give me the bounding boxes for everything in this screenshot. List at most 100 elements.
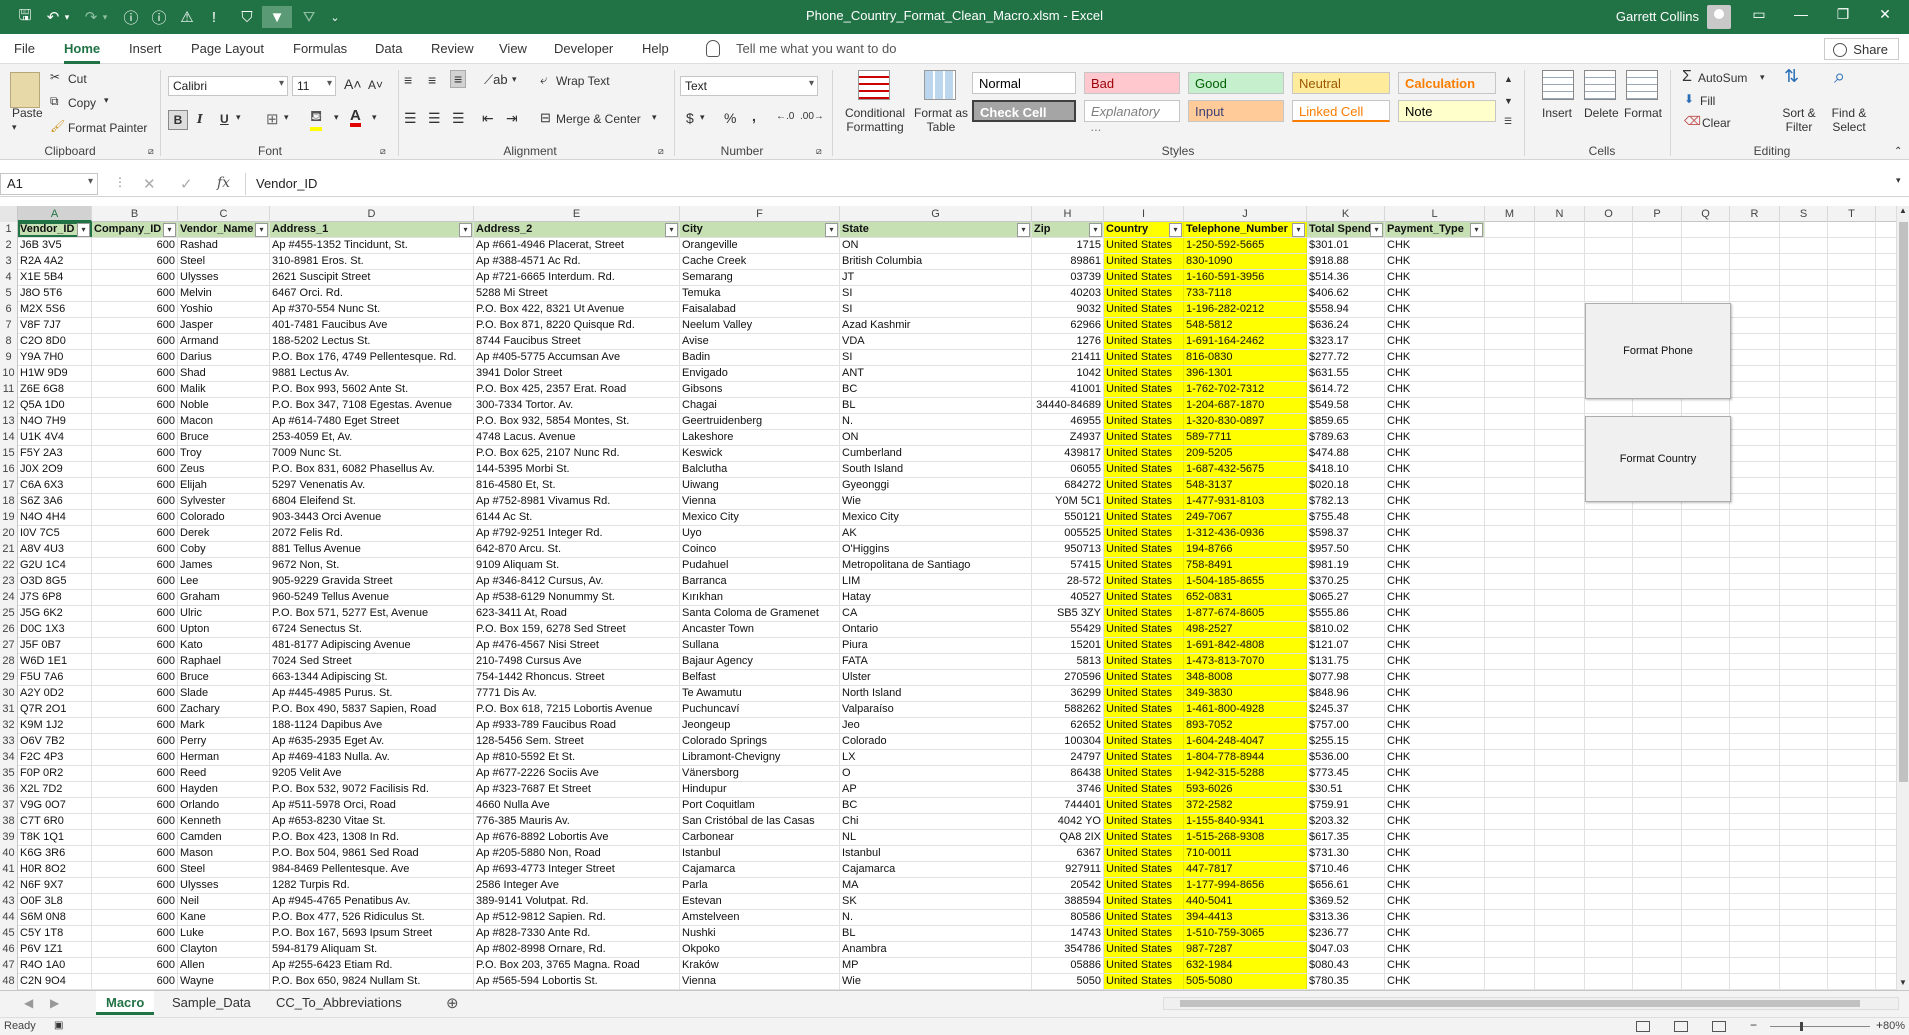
column-header-a[interactable]: A [18, 206, 92, 222]
row-header[interactable]: 18 [0, 494, 18, 510]
table-cell[interactable]: Neelum Valley [680, 318, 840, 333]
table-cell[interactable] [1780, 286, 1828, 301]
table-cell[interactable] [1485, 686, 1535, 701]
table-cell[interactable]: 188-1124 Dapibus Ave [270, 718, 474, 733]
table-cell[interactable] [1535, 318, 1585, 333]
table-cell[interactable]: 600 [92, 334, 178, 349]
table-cell[interactable]: Orlando [178, 798, 270, 813]
table-cell[interactable]: 1-762-702-7312 [1184, 382, 1307, 397]
header-cell[interactable]: State [840, 222, 1032, 237]
table-cell[interactable] [1730, 510, 1780, 525]
table-cell[interactable]: United States [1104, 734, 1184, 749]
table-cell[interactable]: P.O. Box 625, 2107 Nunc Rd. [474, 446, 680, 461]
sort-filter-button[interactable]: Sort & Filter [1774, 106, 1824, 134]
table-cell[interactable] [1828, 542, 1876, 557]
table-cell[interactable]: 710-0011 [1184, 846, 1307, 861]
table-cell[interactable] [1585, 830, 1633, 845]
table-cell[interactable] [1485, 414, 1535, 429]
table-cell[interactable]: Y0M 5C1 [1032, 494, 1104, 509]
table-cell[interactable] [1730, 718, 1780, 733]
table-cell[interactable] [1485, 622, 1535, 637]
table-cell[interactable]: United States [1104, 270, 1184, 285]
paste-button[interactable]: Paste [12, 106, 43, 120]
table-cell[interactable]: P.O. Box 422, 8321 Ut Avenue [474, 302, 680, 317]
table-cell[interactable]: 652-0831 [1184, 590, 1307, 605]
table-cell[interactable] [1828, 302, 1876, 317]
table-cell[interactable] [1633, 622, 1682, 637]
table-cell[interactable] [1585, 254, 1633, 269]
table-cell[interactable]: 9205 Velit Ave [270, 766, 474, 781]
row-header[interactable]: 11 [0, 382, 18, 398]
table-cell[interactable]: V9G 0O7 [18, 798, 92, 813]
table-cell[interactable]: Ap #205-5880 Non, Road [474, 846, 680, 861]
table-cell[interactable] [1535, 302, 1585, 317]
table-cell[interactable] [1730, 910, 1780, 925]
table-cell[interactable]: Puchuncaví [680, 702, 840, 717]
worksheet-grid[interactable]: ABCDEFGHIJKLMNOPQRST 1Vendor_IDCompany_I… [0, 206, 1896, 990]
table-cell[interactable] [1585, 510, 1633, 525]
table-cell[interactable] [1535, 974, 1585, 989]
table-cell[interactable] [1780, 590, 1828, 605]
cell-style-neutral[interactable]: Neutral [1292, 72, 1390, 94]
table-cell[interactable]: 600 [92, 734, 178, 749]
table-cell[interactable] [1585, 574, 1633, 589]
table-cell[interactable] [1535, 926, 1585, 941]
table-cell[interactable]: J0X 2O9 [18, 462, 92, 477]
table-cell[interactable] [1682, 702, 1730, 717]
table-cell[interactable]: Wayne [178, 974, 270, 989]
table-cell[interactable]: O [840, 766, 1032, 781]
table-cell[interactable]: $514.36 [1307, 270, 1385, 285]
table-cell[interactable]: Y9A 7H0 [18, 350, 92, 365]
table-cell[interactable]: Bajaur Agency [680, 654, 840, 669]
table-cell[interactable]: Azad Kashmir [840, 318, 1032, 333]
header-cell[interactable]: Total Spend [1307, 222, 1385, 237]
table-cell[interactable]: 41001 [1032, 382, 1104, 397]
table-cell[interactable]: CHK [1385, 494, 1485, 509]
table-cell[interactable] [1682, 590, 1730, 605]
table-cell[interactable]: 40203 [1032, 286, 1104, 301]
copy-button[interactable]: Copy [68, 96, 96, 110]
table-cell[interactable]: United States [1104, 814, 1184, 829]
table-cell[interactable]: I0V 7C5 [18, 526, 92, 541]
table-cell[interactable]: United States [1104, 238, 1184, 253]
table-cell[interactable]: VDA [840, 334, 1032, 349]
new-sheet-icon[interactable]: ⊕ [446, 994, 459, 1012]
fill-icon[interactable]: ⬇ [1684, 92, 1694, 106]
table-cell[interactable]: 3746 [1032, 782, 1104, 797]
table-cell[interactable]: 9672 Non, St. [270, 558, 474, 573]
table-cell[interactable]: United States [1104, 574, 1184, 589]
table-cell[interactable]: 34440-84689 [1032, 398, 1104, 413]
macro-recording-icon[interactable]: ▣ [54, 1020, 63, 1031]
row-header[interactable]: 34 [0, 750, 18, 766]
table-cell[interactable]: N. [840, 910, 1032, 925]
cell-style-note[interactable]: Note [1398, 100, 1496, 122]
table-cell[interactable] [1535, 558, 1585, 573]
table-cell[interactable] [1633, 734, 1682, 749]
table-cell[interactable]: 1-804-778-8944 [1184, 750, 1307, 765]
table-cell[interactable]: MP [840, 958, 1032, 973]
table-cell[interactable]: 5050 [1032, 974, 1104, 989]
autosum-button[interactable]: AutoSum [1698, 71, 1747, 85]
table-cell[interactable] [1485, 798, 1535, 813]
table-cell[interactable] [1633, 606, 1682, 621]
row-header[interactable]: 8 [0, 334, 18, 350]
italic-button[interactable]: I [197, 112, 203, 126]
table-cell[interactable]: 6724 Senectus St. [270, 622, 474, 637]
table-cell[interactable]: SI [840, 302, 1032, 317]
table-cell[interactable] [1585, 590, 1633, 605]
cell-style-bad[interactable]: Bad [1084, 72, 1180, 94]
table-cell[interactable] [1633, 814, 1682, 829]
table-cell[interactable] [1682, 718, 1730, 733]
table-cell[interactable]: ON [840, 238, 1032, 253]
table-cell[interactable]: 210-7498 Cursus Ave [474, 654, 680, 669]
table-cell[interactable] [1535, 878, 1585, 893]
table-cell[interactable]: United States [1104, 782, 1184, 797]
table-cell[interactable]: United States [1104, 846, 1184, 861]
table-cell[interactable]: 600 [92, 862, 178, 877]
table-cell[interactable] [1828, 430, 1876, 445]
table-cell[interactable] [1682, 606, 1730, 621]
table-cell[interactable] [1535, 798, 1585, 813]
table-cell[interactable]: Okpoko [680, 942, 840, 957]
table-cell[interactable] [1585, 702, 1633, 717]
table-cell[interactable] [1535, 590, 1585, 605]
